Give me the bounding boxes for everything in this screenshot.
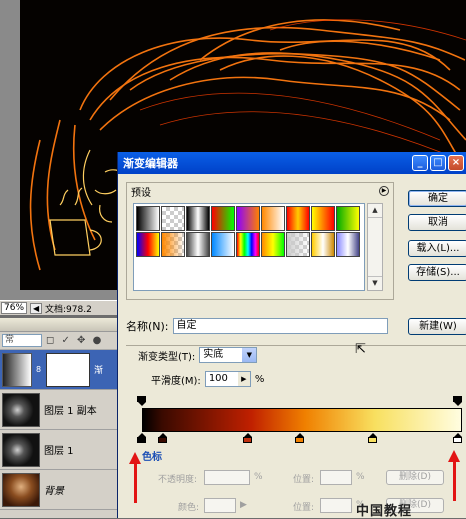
ok-button[interactable]: 确定: [408, 190, 466, 207]
location-label-1: 位置:: [293, 475, 315, 485]
gradient-preview-bar[interactable]: [142, 408, 462, 432]
delete-button-1[interactable]: 删除(D): [386, 470, 444, 485]
preset-swatch[interactable]: [336, 206, 360, 231]
preset-swatch[interactable]: [311, 206, 335, 231]
gradient-type-select[interactable]: 实底 ▼: [199, 347, 258, 363]
opacity-input[interactable]: [204, 470, 250, 485]
scroll-up-icon[interactable]: ▲: [368, 204, 382, 218]
layer-thumbnail: [2, 432, 40, 467]
red-arrow-right-shaft: [453, 461, 456, 501]
layer-name: 背景: [44, 486, 64, 497]
preset-swatch[interactable]: [236, 206, 260, 231]
location-unit-1: %: [356, 472, 365, 482]
preset-swatch[interactable]: [136, 206, 160, 231]
gradient-type-value: 实底: [203, 349, 224, 360]
save-button[interactable]: 存储(S)...: [408, 264, 466, 281]
preset-swatch[interactable]: [311, 232, 335, 257]
color-label: 颜色:: [178, 503, 200, 513]
smoothness-row: 平滑度(M): 100 ▶ %: [151, 371, 264, 387]
preset-swatch[interactable]: [186, 232, 210, 257]
layer-row-1[interactable]: 图层 1: [0, 430, 117, 470]
opacity-unit: %: [254, 472, 263, 482]
opacity-stop-left[interactable]: [137, 396, 146, 407]
color-stop-5[interactable]: [368, 433, 377, 444]
color-stop-1[interactable]: [137, 433, 146, 444]
smoothness-input[interactable]: 100 ▶: [204, 371, 251, 387]
dialog-title: 渐变编辑器: [123, 157, 178, 170]
status-menu-icon[interactable]: ◀: [30, 302, 43, 314]
zoom-level[interactable]: 76%: [1, 302, 28, 314]
color-swatch-input[interactable]: [204, 498, 236, 513]
preset-swatch[interactable]: [211, 232, 235, 257]
layer-name: 图层 1: [44, 446, 74, 457]
red-arrow-left-shaft: [134, 463, 137, 503]
smoothness-unit: %: [254, 373, 265, 385]
preset-swatch[interactable]: [261, 206, 285, 231]
scroll-down-icon[interactable]: ▼: [368, 276, 382, 290]
color-stop-6[interactable]: [453, 433, 462, 444]
layers-tab-strip[interactable]: [0, 318, 117, 332]
color-stops-group-label: 色标: [142, 452, 162, 463]
layer-mask-thumbnail[interactable]: [46, 352, 90, 387]
name-input[interactable]: 自定: [172, 318, 388, 334]
preset-swatch-grid: [133, 203, 365, 291]
layer-thumbnail: [2, 392, 40, 427]
preset-swatch[interactable]: [236, 232, 260, 257]
color-menu-icon[interactable]: ▶: [240, 500, 247, 510]
status-bar: 76% ◀ 文档:978.2: [0, 300, 125, 315]
presets-scrollbar[interactable]: ▲ ▼: [367, 203, 383, 291]
maximize-icon[interactable]: □: [430, 155, 446, 171]
preset-swatch[interactable]: [136, 232, 160, 257]
color-stop-4[interactable]: [295, 433, 304, 444]
layer-name: 图层 1 副本: [44, 406, 97, 417]
document-size-text: 文档:978.2: [45, 304, 92, 315]
preset-swatch[interactable]: [261, 232, 285, 257]
location-input-1[interactable]: [320, 470, 352, 485]
blend-mode-select[interactable]: 常: [2, 334, 42, 347]
smoothness-value: 100: [208, 373, 228, 384]
layer-name: 渐: [94, 366, 104, 376]
preset-swatch[interactable]: [336, 232, 360, 257]
layer-thumbnail: [2, 352, 32, 387]
layer-row-background[interactable]: 背景: [0, 470, 117, 510]
layers-panel: 常 ◻ ✓ ✥ ● 8 渐 图层 1 副本 图层 1 背景: [0, 318, 118, 518]
layer-row-gradient[interactable]: 8 渐: [0, 350, 117, 390]
watermark-text: 中国教程: [356, 504, 413, 519]
chevron-right-icon[interactable]: ▶: [237, 372, 250, 386]
new-button[interactable]: 新建(W): [408, 318, 466, 335]
preset-swatch[interactable]: [286, 206, 310, 231]
preset-swatch[interactable]: [161, 206, 185, 231]
gradient-type-label: 渐变类型(T):: [138, 351, 196, 363]
minimize-icon[interactable]: _: [412, 155, 428, 171]
presets-menu-icon[interactable]: ▶: [379, 186, 389, 196]
preset-swatch[interactable]: [161, 232, 185, 257]
presets-label: 预设: [131, 187, 151, 199]
location-label-2: 位置:: [293, 503, 315, 513]
close-icon[interactable]: ×: [448, 155, 464, 171]
name-row: 名称(N): 自定: [126, 318, 388, 334]
location-input-2[interactable]: [320, 498, 352, 513]
smoothness-label: 平滑度(M):: [151, 375, 201, 387]
preset-swatch[interactable]: [286, 232, 310, 257]
dialog-titlebar[interactable]: 渐变编辑器 _ □ ×: [118, 152, 466, 174]
lock-icons[interactable]: ◻ ✓ ✥ ●: [46, 335, 103, 346]
preset-swatch[interactable]: [186, 206, 210, 231]
layer-row-copy[interactable]: 图层 1 副本: [0, 390, 117, 430]
color-stop-2[interactable]: [158, 433, 167, 444]
opacity-stop-right[interactable]: [453, 396, 462, 407]
color-stop-3[interactable]: [243, 433, 252, 444]
chevron-down-icon[interactable]: ▼: [242, 348, 257, 362]
preset-swatch[interactable]: [211, 206, 235, 231]
gradient-type-row: 渐变类型(T): 实底 ▼: [138, 347, 258, 363]
opacity-label: 不透明度:: [158, 475, 198, 485]
name-label: 名称(N):: [126, 320, 169, 333]
layer-mode-bar: 常 ◻ ✓ ✥ ●: [0, 332, 117, 350]
chain-icon[interactable]: 8: [36, 365, 42, 374]
cancel-button[interactable]: 取消: [408, 214, 466, 231]
layer-thumbnail: [2, 472, 40, 507]
mouse-cursor-icon: ⇱: [355, 342, 366, 357]
presets-group: 预设 ▶ ▲ ▼: [126, 182, 394, 300]
gradient-editor-dialog: 渐变编辑器 _ □ × 预设 ▶ ▲ ▼ 确定 取消 载入(L)... 存储(S…: [117, 152, 466, 518]
load-button[interactable]: 载入(L)...: [408, 240, 466, 257]
